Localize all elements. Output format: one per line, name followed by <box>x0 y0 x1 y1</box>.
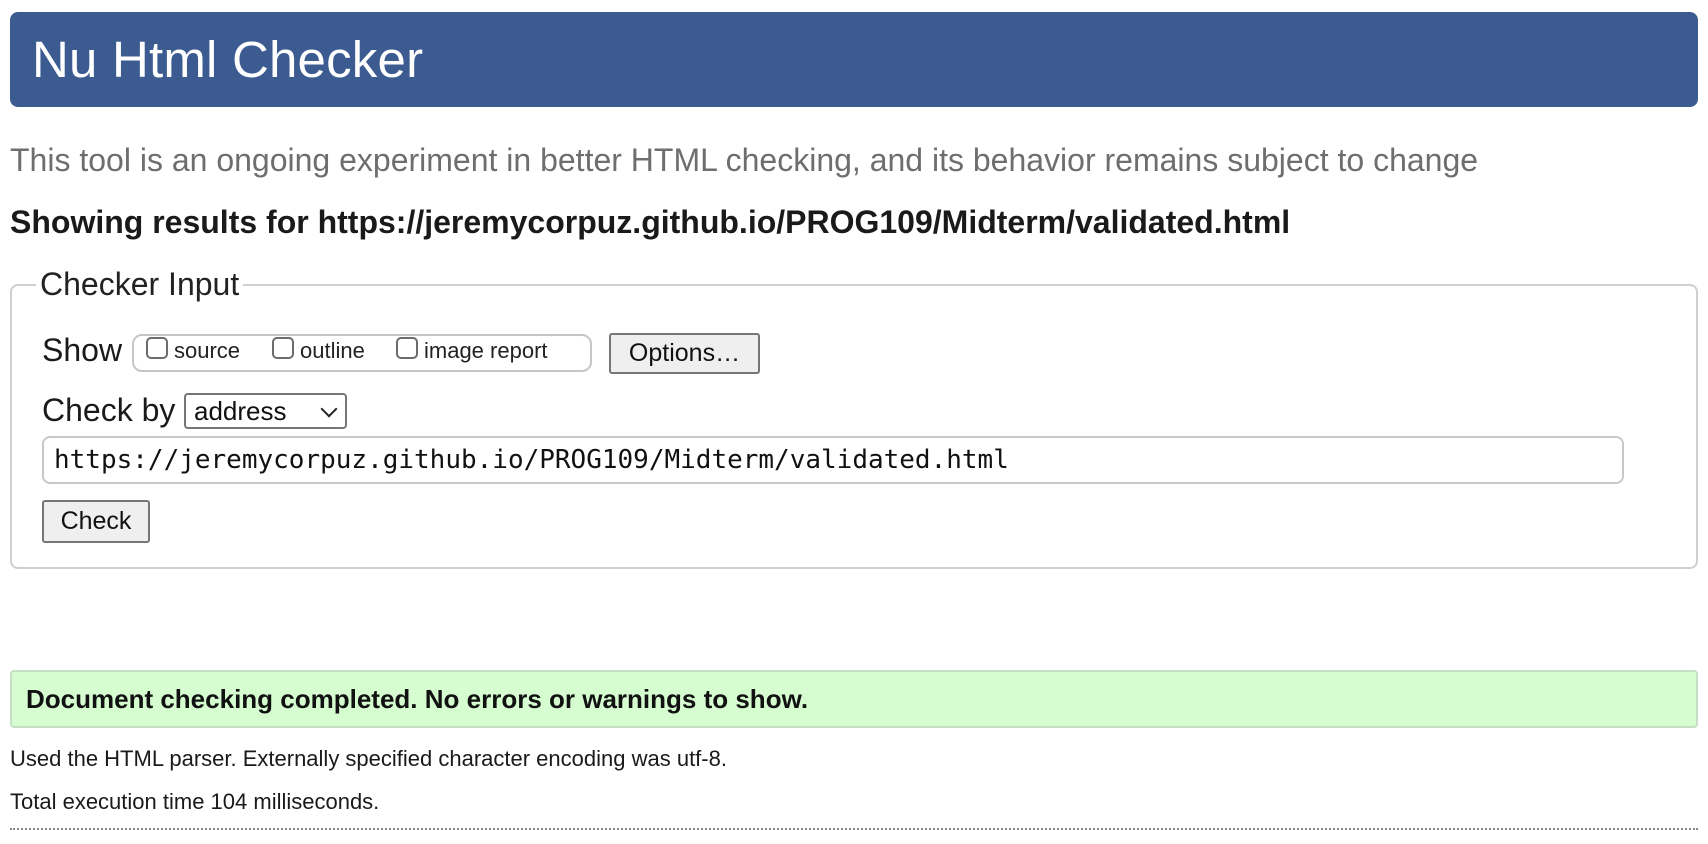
outline-checkbox[interactable] <box>272 337 294 359</box>
outline-checkbox-label: outline <box>300 338 365 363</box>
checker-input-legend: Checker Input <box>36 266 244 303</box>
page: Nu Html Checker This tool is an ongoing … <box>0 0 1708 844</box>
page-title: Nu Html Checker <box>32 31 424 88</box>
image-report-checkbox[interactable] <box>396 337 418 359</box>
check-by-select[interactable]: address <box>184 393 347 429</box>
source-checkbox[interactable] <box>146 337 168 359</box>
check-by-label: Check by <box>42 392 176 428</box>
show-source-option[interactable]: source <box>146 337 241 364</box>
results-heading: Showing results for https://jeremycorpuz… <box>10 204 1291 240</box>
execution-time-info: Total execution time 104 milliseconds. <box>10 789 380 814</box>
dotted-divider <box>10 828 1698 830</box>
show-outline-option[interactable]: outline <box>272 337 365 364</box>
source-checkbox-label: source <box>174 338 241 363</box>
parser-info: Used the HTML parser. Externally specifi… <box>10 746 727 771</box>
check-by-selected-value: address <box>194 395 287 426</box>
success-message: Document checking completed. No errors o… <box>10 670 1698 728</box>
options-button[interactable]: Options… <box>609 333 760 374</box>
image-report-checkbox-label: image report <box>424 338 548 363</box>
chevron-down-icon <box>320 400 338 418</box>
header-bar: Nu Html Checker <box>10 12 1698 107</box>
show-options-group: source outline image report <box>132 334 592 372</box>
tool-description: This tool is an ongoing experiment in be… <box>10 142 1479 178</box>
url-input[interactable]: https://jeremycorpuz.github.io/PROG109/M… <box>42 436 1624 484</box>
checker-input-fieldset: Checker Input Show source outline image … <box>10 266 1698 569</box>
show-label: Show <box>42 332 123 368</box>
show-image-report-option[interactable]: image report <box>396 337 548 364</box>
check-button[interactable]: Check <box>42 500 150 543</box>
